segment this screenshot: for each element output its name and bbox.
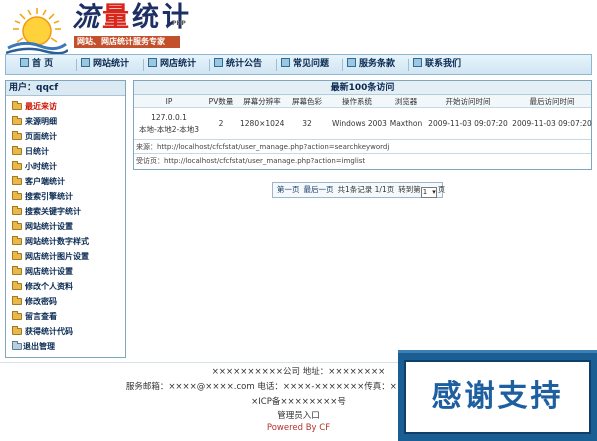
folder-icon <box>12 296 22 305</box>
sidebar-item-daily-stats[interactable]: 日统计 <box>6 144 125 159</box>
sidebar-item-site-settings[interactable]: 网站统计设置 <box>6 219 125 234</box>
column-header-pv: PV数量 <box>208 97 234 106</box>
folder-icon <box>12 191 22 200</box>
sidebar-item-get-code[interactable]: 获得统计代码 <box>6 324 125 339</box>
nav-item-contact[interactable]: 联系我们 <box>413 55 461 74</box>
nav-divider <box>76 59 77 71</box>
nav-bullet-icon <box>281 58 290 67</box>
sidebar-item-change-password[interactable]: 修改密码 <box>6 294 125 309</box>
cell-ip: 127.0.0.1 <box>151 113 187 122</box>
table-header: IP PV数量 屏幕分辨率 屏幕色彩 操作系统 浏览器 开始访问时间 最后访问时… <box>134 95 591 108</box>
referrer-url[interactable]: 来源：http://localhost/cfcfstat/user_manage… <box>134 140 591 154</box>
column-header-start-time: 开始访问时间 <box>445 97 491 106</box>
cell-pv: 2 <box>218 119 224 128</box>
folder-icon <box>12 206 22 215</box>
nav-item-notices[interactable]: 统计公告 <box>214 55 262 74</box>
sidebar-item-recent-visits[interactable]: 最近来访 <box>6 99 125 114</box>
pagination: 第一页最后一页共1条记录 1/1页转到第1页 <box>272 182 446 198</box>
folder-icon <box>12 266 22 275</box>
nav-divider <box>276 59 277 71</box>
sidebar-item-keyword-stats[interactable]: 搜索关键字统计 <box>6 204 125 219</box>
nav-divider <box>209 59 210 71</box>
nav-bullet-icon <box>347 58 356 67</box>
panel-title: 最新100条访问 <box>134 81 591 95</box>
cell-os: Windows 2003 <box>332 119 387 128</box>
page-suffix: 页 <box>437 185 446 194</box>
nav-item-terms[interactable]: 服务条款 <box>347 55 395 74</box>
logo-title: 流量统计 <box>72 2 192 33</box>
folder-icon <box>12 101 22 110</box>
folder-icon <box>12 311 22 320</box>
nav-item-site-stats[interactable]: 网站统计 <box>81 55 129 74</box>
sidebar-item-logout[interactable]: 退出管理 <box>6 339 125 354</box>
folder-icon <box>12 236 22 245</box>
nav-item-home[interactable]: 首 页 <box>20 55 53 74</box>
folder-icon <box>12 326 22 335</box>
column-header-ip: IP <box>165 97 173 106</box>
column-header-last-time: 最后访问时间 <box>529 97 575 106</box>
folder-icon <box>12 251 22 260</box>
nav-bullet-icon <box>20 58 29 67</box>
folder-icon <box>12 161 22 170</box>
sidebar-item-edit-profile[interactable]: 修改个人资料 <box>6 279 125 294</box>
nav-divider <box>408 59 409 71</box>
column-header-os: 操作系统 <box>342 97 372 106</box>
table-row: 127.0.0.1 本地-本地2-本地3 2 1280×1024 32 Wind… <box>134 108 592 140</box>
cell-browser: Maxthon <box>389 119 423 128</box>
nav-bullet-icon <box>413 58 422 67</box>
cell-color: 32 <box>302 119 312 128</box>
top-nav: 首 页 网站统计 网店统计 统计公告 常见问题 服务条款 联系我们 <box>5 54 592 75</box>
logo-php-tag: PHP <box>172 20 186 27</box>
folder-icon <box>12 221 22 230</box>
sun-logo-icon <box>6 8 68 54</box>
sidebar: 用户：qqcf 最近来访 来源明细 页面统计 日统计 小时统计 客户端统计 搜索… <box>5 80 126 358</box>
sidebar-item-hourly-stats[interactable]: 小时统计 <box>6 159 125 174</box>
nav-bullet-icon <box>214 58 223 67</box>
column-header-resolution: 屏幕分辨率 <box>243 97 281 106</box>
cell-resolution: 1280×1024 <box>240 119 285 128</box>
last-page-link[interactable]: 最后一页 <box>304 183 334 197</box>
cell-last-time: 2009-11-03 09:07:20 <box>512 119 592 128</box>
cell-location: 本地-本地2-本地3 <box>139 125 199 134</box>
sidebar-user-label: 用户：qqcf <box>6 81 125 96</box>
sidebar-item-client-stats[interactable]: 客户端统计 <box>6 174 125 189</box>
column-header-color: 屏幕色彩 <box>292 97 322 106</box>
nav-bullet-icon <box>81 58 90 67</box>
folder-icon <box>12 131 22 140</box>
recent-visits-panel: 最新100条访问 IP PV数量 屏幕分辨率 屏幕色彩 操作系统 浏览器 开始访… <box>133 80 592 170</box>
folder-icon <box>12 176 22 185</box>
visited-page-url[interactable]: 受访页：http://localhost/cfcfstat/user_manag… <box>134 154 591 168</box>
page-select[interactable]: 1 <box>420 187 437 198</box>
nav-item-faq[interactable]: 常见问题 <box>281 55 329 74</box>
sidebar-item-search-engine-stats[interactable]: 搜索引擎统计 <box>6 189 125 204</box>
header: 流量统计 PHP 网站、网店统计服务专家 <box>0 0 597 54</box>
thanks-banner: 感谢支持 <box>398 350 597 441</box>
sidebar-menu: 最近来访 来源明细 页面统计 日统计 小时统计 客户端统计 搜索引擎统计 搜索关… <box>6 96 125 354</box>
thanks-text: 感谢支持 <box>404 360 591 434</box>
sidebar-item-source-detail[interactable]: 来源明细 <box>6 114 125 129</box>
exit-icon <box>12 341 22 350</box>
folder-icon <box>12 281 22 290</box>
nav-divider <box>143 59 144 71</box>
goto-label: 转到第 <box>398 185 421 194</box>
sidebar-item-shop-settings[interactable]: 网店统计设置 <box>6 264 125 279</box>
first-page-link[interactable]: 第一页 <box>277 183 300 197</box>
sidebar-item-shop-image-settings[interactable]: 网店统计图片设置 <box>6 249 125 264</box>
cell-start-time: 2009-11-03 09:07:20 <box>428 119 508 128</box>
sidebar-item-site-number-style[interactable]: 网站统计数字样式 <box>6 234 125 249</box>
column-header-browser: 浏览器 <box>394 97 418 106</box>
pager-summary: 共1条记录 1/1页 <box>337 185 395 194</box>
folder-icon <box>12 116 22 125</box>
sidebar-item-page-stats[interactable]: 页面统计 <box>6 129 125 144</box>
nav-bullet-icon <box>148 58 157 67</box>
nav-item-shop-stats[interactable]: 网店统计 <box>148 55 196 74</box>
sidebar-item-messages[interactable]: 留言查看 <box>6 309 125 324</box>
logo-slogan: 网站、网店统计服务专家 <box>74 36 180 48</box>
nav-divider <box>342 59 343 71</box>
folder-icon <box>12 146 22 155</box>
